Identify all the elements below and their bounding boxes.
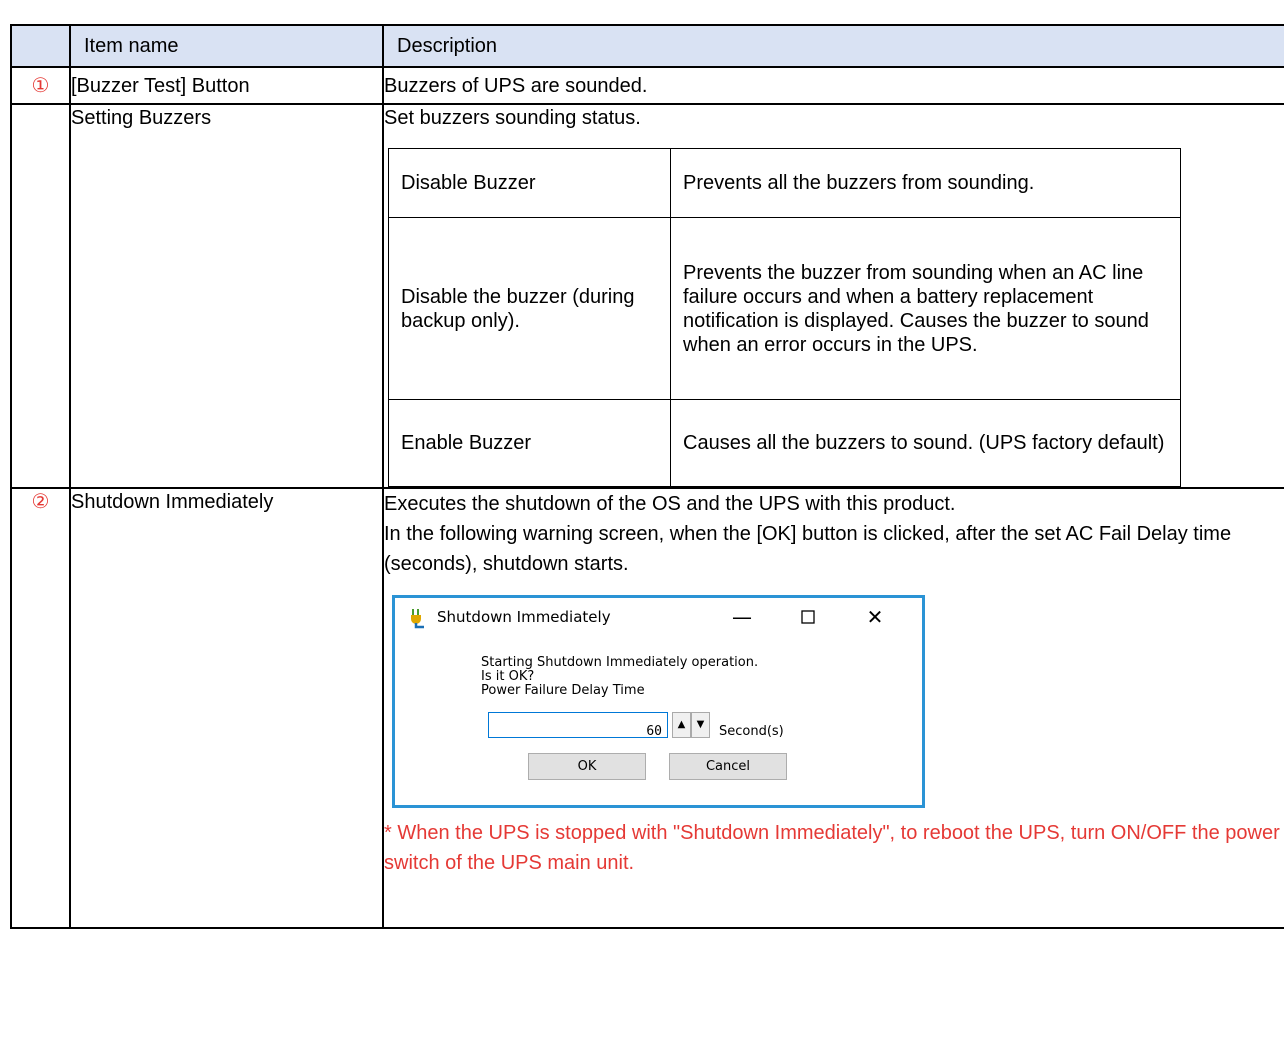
buzzer-option-row: Disable the buzzer (during backup only).… xyxy=(388,217,1181,400)
description-setting-buzzers: Set buzzers sounding status. xyxy=(384,107,641,129)
header-description: Description xyxy=(382,24,1284,68)
reboot-note: * When the UPS is stopped with "Shutdown… xyxy=(384,822,1280,874)
ok-button[interactable]: OK xyxy=(528,753,646,780)
header-item-name: Item name xyxy=(69,24,384,68)
buzzer-option-description: Prevents all the buzzers from sounding. xyxy=(670,148,1181,218)
item-name-setting-buzzers: Setting Buzzers xyxy=(69,103,384,489)
description-setting-buzzers-cell: Set buzzers sounding status. Disable Buz… xyxy=(382,103,1284,489)
buzzer-option-name: Enable Buzzer xyxy=(388,399,671,487)
dialog-title: Shutdown Immediately xyxy=(437,608,611,626)
table-row: Setting Buzzers Set buzzers sounding sta… xyxy=(10,103,1284,489)
delay-seconds-input[interactable]: 60 xyxy=(488,712,668,739)
table-header-row: Item name Description xyxy=(10,24,1284,68)
row-number-empty xyxy=(10,103,71,489)
close-icon[interactable]: ✕ xyxy=(855,602,895,632)
power-plug-icon xyxy=(411,609,424,629)
cancel-button[interactable]: Cancel xyxy=(669,753,787,780)
buzzer-option-description: Causes all the buzzers to sound. (UPS fa… xyxy=(670,399,1181,487)
description-shutdown-line1: Executes the shutdown of the OS and the … xyxy=(384,493,956,515)
description-shutdown-cell: Executes the shutdown of the OS and the … xyxy=(382,487,1284,929)
table-row: ① [Buzzer Test] Button Buzzers of UPS ar… xyxy=(10,66,1284,105)
row-number: ② xyxy=(10,487,71,929)
description-buzzer-test: Buzzers of UPS are sounded. xyxy=(382,66,1284,105)
item-name-shutdown: Shutdown Immediately xyxy=(69,487,384,929)
description-table: Item name Description ① [Buzzer Test] Bu… xyxy=(10,24,1284,929)
spin-up-icon[interactable]: ▲ xyxy=(672,712,691,738)
buzzer-options-table: Disable Buzzer Prevents all the buzzers … xyxy=(388,148,1181,487)
dialog-titlebar: Shutdown Immediately — ✕ xyxy=(395,598,922,638)
seconds-unit-label: Second(s) xyxy=(719,724,784,739)
description-shutdown-line2: In the following warning screen, when th… xyxy=(384,523,1232,575)
maximize-icon[interactable] xyxy=(788,602,828,632)
dialog-message: Starting Shutdown Immediately operation.… xyxy=(481,655,759,698)
buzzer-option-name: Disable Buzzer xyxy=(388,148,671,218)
spin-down-icon[interactable]: ▼ xyxy=(691,712,710,738)
row-number: ① xyxy=(10,66,71,105)
table-row: ② Shutdown Immediately Executes the shut… xyxy=(10,487,1284,929)
item-name-buzzer-test: [Buzzer Test] Button xyxy=(69,66,384,105)
buzzer-option-name: Disable the buzzer (during backup only). xyxy=(388,217,671,400)
minimize-icon[interactable]: — xyxy=(722,602,762,632)
buzzer-option-row: Disable Buzzer Prevents all the buzzers … xyxy=(388,148,1181,218)
header-number-cell xyxy=(10,24,71,68)
buzzer-option-row: Enable Buzzer Causes all the buzzers to … xyxy=(388,399,1181,487)
shutdown-dialog: Shutdown Immediately — ✕ Starting Shutdo… xyxy=(392,595,925,808)
buzzer-option-description: Prevents the buzzer from sounding when a… xyxy=(670,217,1181,400)
